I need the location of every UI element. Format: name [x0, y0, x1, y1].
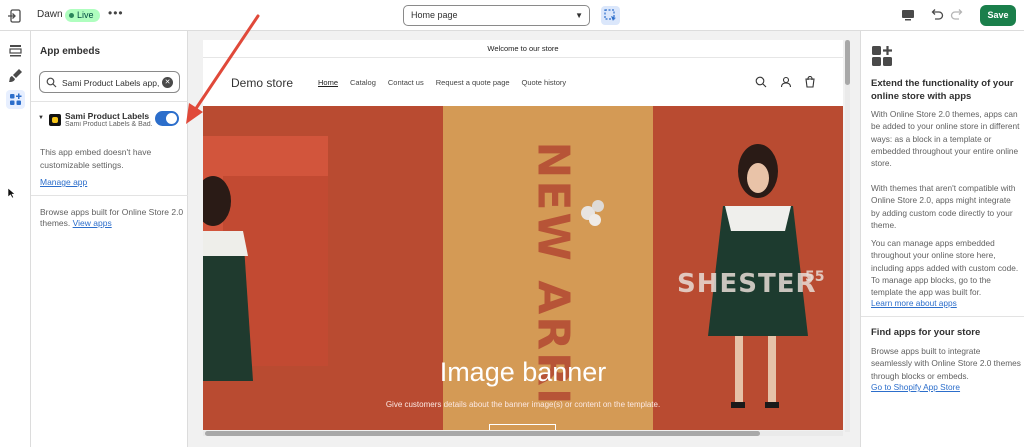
chevron-down-icon: ▼: [575, 11, 583, 20]
divider: [861, 316, 1024, 317]
banner-art-text-55: 55: [805, 269, 825, 285]
search-value: Sami Product Labels app,: [62, 78, 159, 88]
save-button[interactable]: Save: [980, 5, 1016, 26]
view-apps-link[interactable]: View apps: [73, 218, 112, 228]
panel-title: App embeds: [40, 46, 101, 57]
app-embed-name: Sami Product Labels: [65, 111, 150, 121]
scroll-thumb[interactable]: [845, 40, 850, 85]
cart-icon[interactable]: [804, 76, 816, 88]
apps-info-panel: Extend the functionality of your online …: [860, 31, 1024, 447]
sami-app-logo: [49, 114, 61, 126]
image-banner[interactable]: NEW ARRI SHESTER 55 Image banner Give cu…: [203, 106, 843, 430]
manage-app-link[interactable]: Manage app: [40, 177, 87, 187]
left-rail: [0, 31, 31, 447]
apps-icon: [872, 46, 892, 66]
redo-icon[interactable]: [950, 7, 965, 22]
app-embed-toggle[interactable]: [155, 111, 179, 126]
paintbrush-icon: [9, 69, 22, 82]
info-paragraph-2: With themes that aren't compatible with …: [871, 183, 1016, 230]
store-preview[interactable]: Welcome to our store Demo store Home Cat…: [203, 40, 843, 430]
banner-button[interactable]: [489, 424, 556, 430]
divider: [31, 101, 188, 102]
search-icon: [46, 77, 57, 88]
info-paragraph-1: With Online Store 2.0 themes, apps can b…: [871, 109, 1020, 169]
sections-button[interactable]: [6, 41, 25, 60]
app-embed-item[interactable]: ▼ Sami Product Labels Sami Product Label…: [31, 106, 188, 132]
undo-icon[interactable]: [929, 7, 944, 22]
banner-subheading: Give customers details about the banner …: [385, 400, 661, 409]
no-settings-note: This app embed doesn't have customizable…: [40, 147, 152, 170]
banner-art-text-shester: SHESTER: [677, 269, 817, 299]
nav-home[interactable]: Home: [318, 78, 338, 87]
desktop-view-icon[interactable]: [901, 8, 915, 22]
inspector-toggle-button[interactable]: [601, 6, 620, 25]
find-apps-text: Browse apps built to integrate seamlessl…: [871, 346, 1021, 381]
preview-horizontal-scrollbar[interactable]: [203, 431, 843, 436]
page-select[interactable]: Home page ▼: [403, 5, 590, 26]
app-embeds-button[interactable]: [6, 90, 25, 109]
theme-name: Dawn: [37, 9, 63, 20]
live-status-badge: Live: [65, 9, 100, 22]
sections-icon: [9, 45, 22, 57]
preview-vertical-scrollbar[interactable]: [845, 40, 850, 432]
nav-quote-history[interactable]: Quote history: [522, 78, 567, 87]
caret-down-icon[interactable]: ▼: [38, 115, 44, 121]
info-title: Extend the functionality of your online …: [871, 78, 1014, 102]
learn-more-apps-link[interactable]: Learn more about apps: [871, 298, 957, 308]
page-select-value: Home page: [411, 10, 458, 20]
apps-icon: [10, 93, 22, 105]
app-embeds-panel: App embeds Sami Product Labels app, ✕ ▼ …: [31, 31, 188, 447]
more-actions-button[interactable]: •••: [108, 6, 124, 20]
account-icon[interactable]: [780, 76, 792, 88]
nav-contact[interactable]: Contact us: [388, 78, 424, 87]
store-nav: Home Catalog Contact us Request a quote …: [318, 78, 566, 87]
scroll-thumb[interactable]: [205, 431, 760, 436]
app-embed-search-input[interactable]: Sami Product Labels app, ✕: [39, 71, 180, 93]
nav-catalog[interactable]: Catalog: [350, 78, 376, 87]
search-icon[interactable]: [755, 76, 767, 88]
theme-settings-button[interactable]: [6, 66, 25, 85]
info-paragraph-3: You can manage apps embedded throughout …: [871, 238, 1019, 298]
divider: [31, 195, 188, 196]
clear-search-icon[interactable]: ✕: [162, 77, 173, 88]
shopify-app-store-link[interactable]: Go to Shopify App Store: [871, 382, 960, 392]
store-logo-text[interactable]: Demo store: [231, 76, 293, 90]
banner-heading: Image banner: [439, 357, 607, 387]
top-bar: Dawn Live ••• Home page ▼ Save: [0, 0, 1024, 31]
browse-apps-text: Browse apps built for Online Store 2.0 t…: [40, 207, 185, 229]
inspector-icon: [604, 9, 616, 21]
exit-icon[interactable]: [7, 8, 23, 24]
mouse-cursor-icon: [7, 187, 16, 199]
announcement-bar: Welcome to our store: [203, 40, 843, 58]
find-apps-title: Find apps for your store: [871, 327, 981, 338]
app-embed-subtitle: Sami Product Labels & Bad...: [65, 121, 153, 128]
nav-request-quote[interactable]: Request a quote page: [436, 78, 510, 87]
